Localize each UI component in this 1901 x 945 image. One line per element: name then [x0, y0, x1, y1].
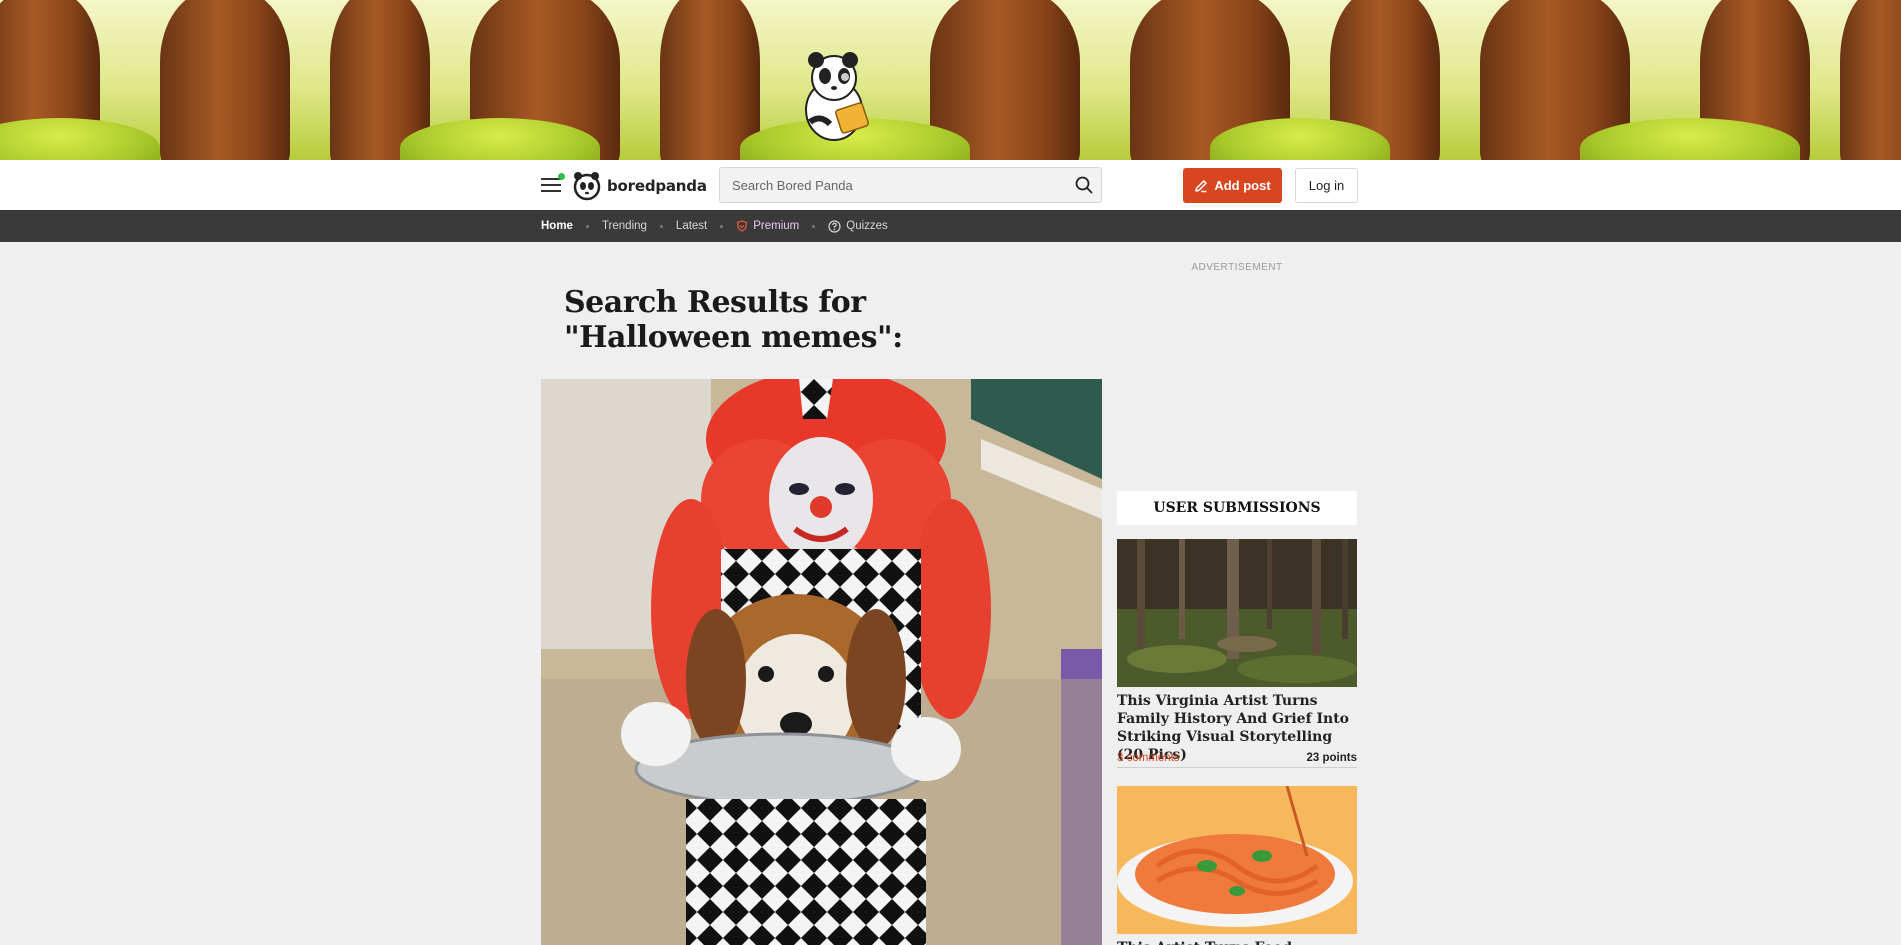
comments-link[interactable]: 3 comments	[1117, 752, 1180, 764]
header-banner	[0, 0, 1901, 160]
nav-home[interactable]: Home	[541, 220, 573, 232]
logo-text: boredpanda	[607, 177, 707, 195]
nav-separator	[720, 224, 724, 228]
search-icon	[1075, 176, 1093, 194]
result-image[interactable]	[541, 379, 1102, 945]
nav-trending-label: Trending	[601, 220, 647, 232]
notification-dot	[558, 173, 565, 180]
submission-card-image[interactable]	[1117, 539, 1357, 687]
nav-premium[interactable]: Premium	[736, 220, 799, 232]
main-nav: Home Trending Latest Premium Quizzes	[0, 210, 1901, 242]
menu-icon[interactable]	[541, 173, 565, 194]
tree-trunk	[660, 0, 760, 160]
nav-trending[interactable]: Trending	[602, 220, 647, 232]
nav-separator	[659, 224, 663, 228]
add-post-button[interactable]: Add post	[1183, 168, 1282, 203]
points-count: 23 points	[1306, 751, 1357, 764]
nav-latest[interactable]: Latest	[676, 220, 707, 232]
knitted-spaghetti-photo	[1117, 786, 1357, 934]
submission-card-title[interactable]: This Artist Turns Food...	[1117, 939, 1357, 945]
submission-card-image[interactable]	[1117, 786, 1357, 934]
grass-patch	[0, 118, 160, 160]
clown-dog-photo	[541, 379, 1102, 945]
pencil-icon	[1195, 179, 1208, 192]
nav-separator	[585, 224, 589, 228]
page-title: Search Results for "Halloween memes":	[564, 285, 903, 355]
search-input[interactable]	[720, 168, 1067, 202]
site-logo[interactable]: boredpanda	[573, 170, 707, 202]
forest-photo	[1117, 539, 1357, 687]
top-header: boredpanda Add post Log in	[0, 160, 1901, 210]
nav-premium-label: Premium	[753, 220, 800, 232]
nav-quizzes-label: Quizzes	[846, 220, 888, 232]
question-circle-icon	[828, 219, 841, 233]
tree-trunk	[1840, 0, 1901, 160]
shield-icon	[737, 220, 748, 232]
search-button[interactable]	[1067, 168, 1101, 202]
user-submissions-heading: USER SUBMISSIONS	[1117, 491, 1357, 525]
nav-separator	[812, 224, 816, 228]
login-button[interactable]: Log in	[1295, 168, 1358, 203]
nav-home-label: Home	[541, 220, 573, 232]
tree-trunk	[160, 0, 290, 160]
advertisement-label: ADVERTISEMENT	[1191, 262, 1283, 273]
search-bar	[719, 167, 1102, 203]
panda-logo-icon	[573, 172, 601, 201]
panda-mascot-icon	[805, 52, 869, 141]
submission-card-meta: 3 comments 23 points	[1117, 748, 1357, 768]
nav-quizzes[interactable]: Quizzes	[828, 219, 888, 233]
add-post-label: Add post	[1214, 178, 1271, 193]
nav-latest-label: Latest	[675, 220, 708, 232]
